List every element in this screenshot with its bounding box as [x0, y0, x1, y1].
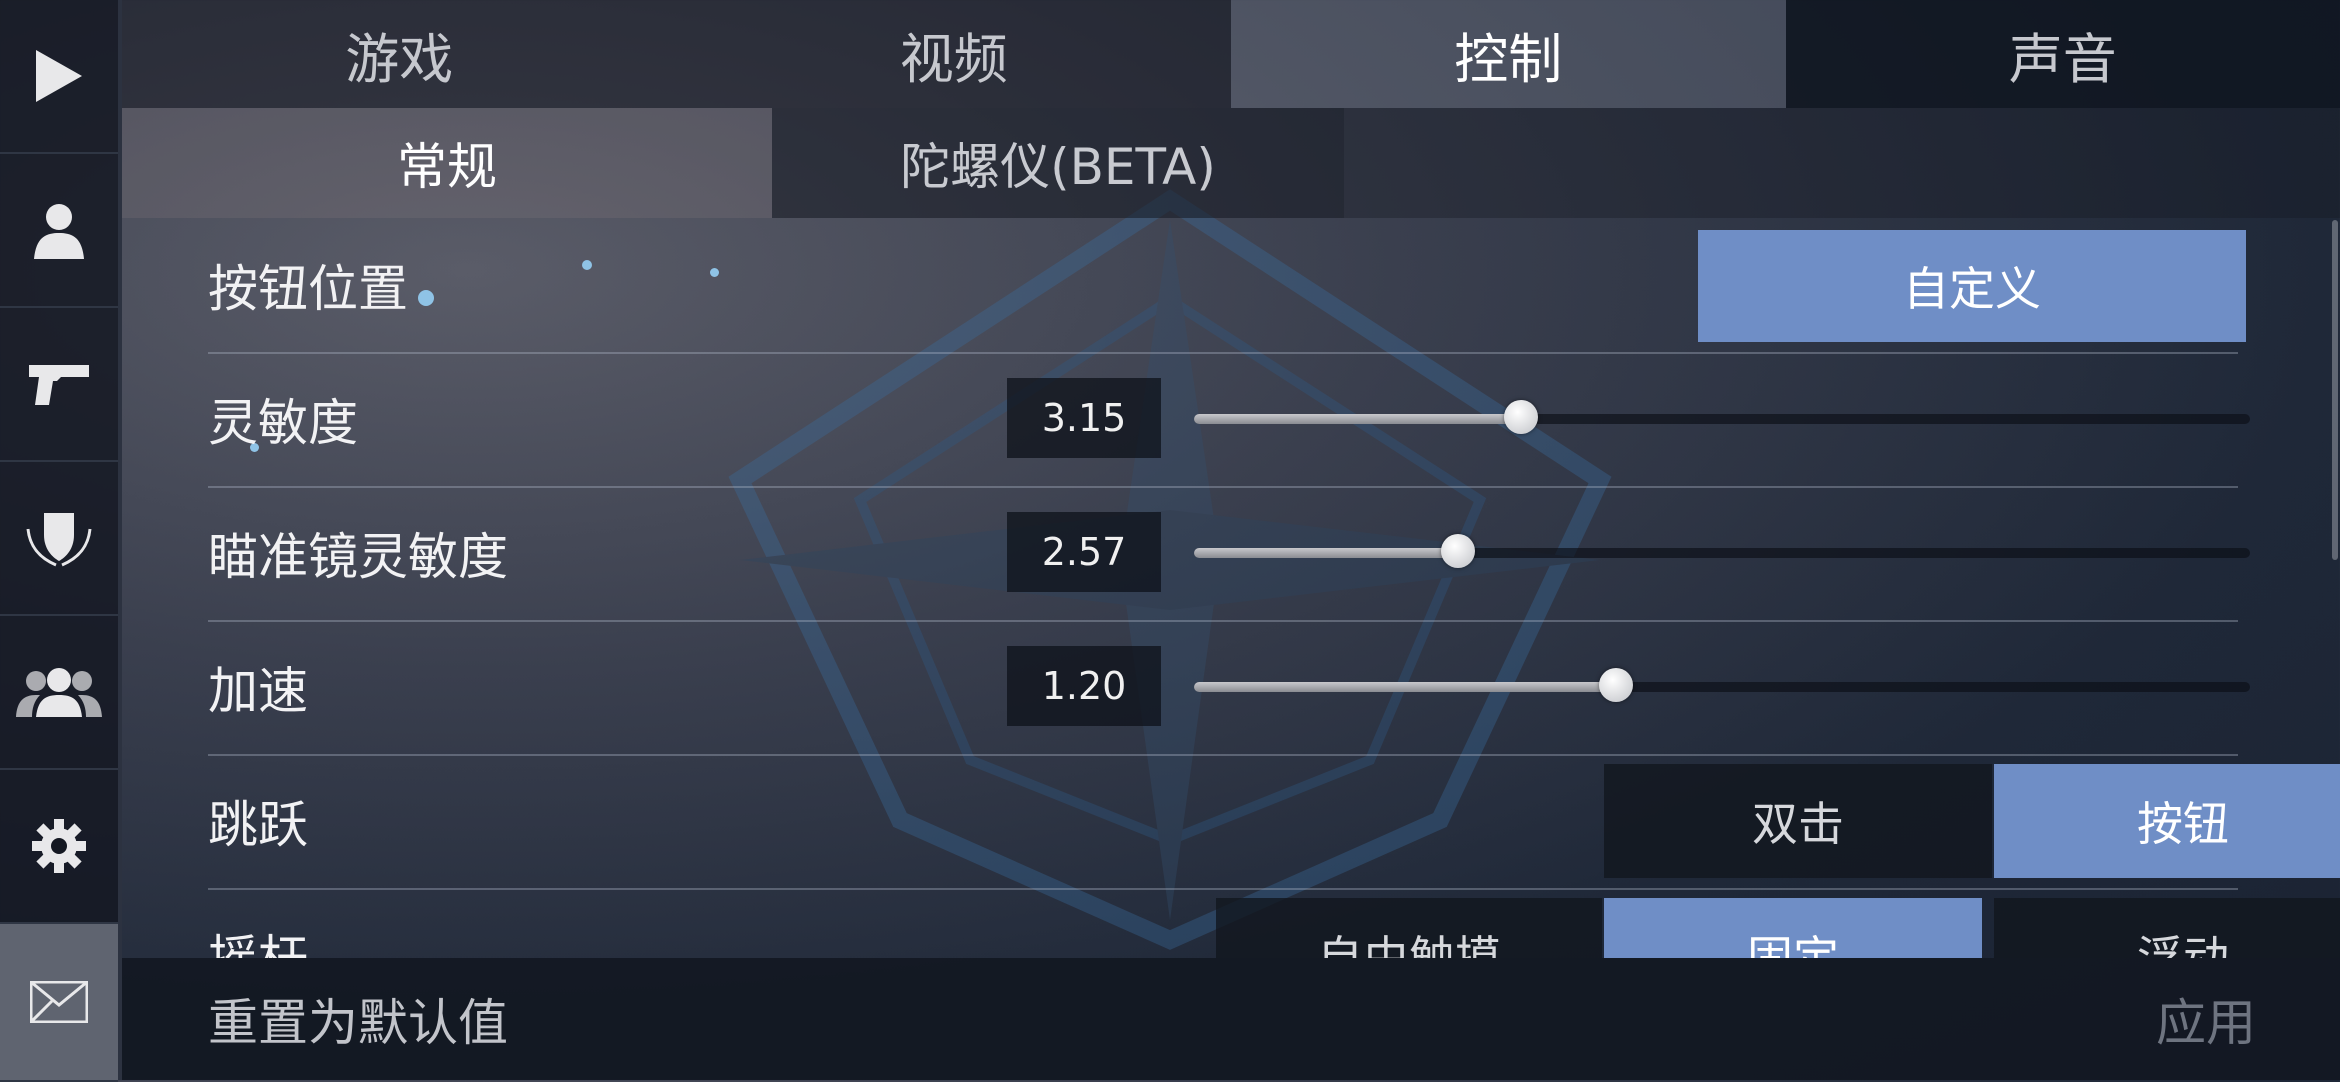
slider-fill — [1194, 682, 1616, 692]
nav-clan[interactable] — [0, 462, 118, 616]
mail-icon — [30, 981, 88, 1023]
tab-controls[interactable]: 控制 — [1231, 0, 1786, 108]
slider-fill — [1194, 548, 1458, 558]
slider-handle[interactable] — [1441, 534, 1475, 568]
tab-sound[interactable]: 声音 — [1786, 0, 2340, 108]
nav-mail[interactable] — [0, 924, 118, 1082]
play-icon — [34, 48, 84, 104]
settings-tabs: 游戏 视频 控制 声音 — [122, 0, 2340, 108]
joystick-option-floating[interactable]: 浮动 — [1994, 898, 2340, 958]
customize-button[interactable]: 自定义 — [1698, 230, 2246, 342]
slider-handle[interactable] — [1504, 400, 1538, 434]
setting-row-joystick: 摇杆 自由触摸 固定 浮动 — [208, 888, 2238, 958]
settings-list: 按钮位置 自定义 灵敏度 3.15 瞄准镜灵敏度 2.57 加速 1.20 跳跃… — [122, 218, 2340, 958]
shield-emblem-icon — [26, 509, 92, 567]
setting-row-scope-sensitivity: 瞄准镜灵敏度 2.57 — [208, 486, 2238, 622]
scope-sensitivity-slider[interactable] — [1194, 545, 2250, 561]
jump-option-button[interactable]: 按钮 — [1994, 764, 2340, 878]
setting-label: 摇杆 — [208, 888, 308, 958]
nav-weapons[interactable] — [0, 308, 118, 462]
joystick-option-free-touch[interactable]: 自由触摸 — [1216, 898, 1602, 958]
scope-sensitivity-value: 2.57 — [1007, 512, 1161, 592]
acceleration-value: 1.20 — [1007, 646, 1161, 726]
setting-label: 按钮位置 — [208, 218, 408, 352]
side-nav — [0, 0, 122, 1080]
sensitivity-value: 3.15 — [1007, 378, 1161, 458]
nav-settings[interactable] — [0, 770, 118, 924]
setting-label: 灵敏度 — [208, 352, 358, 486]
nav-play[interactable] — [0, 0, 118, 154]
profile-icon — [32, 201, 86, 259]
nav-friends[interactable] — [0, 616, 118, 770]
apply-button[interactable]: 应用 — [2156, 958, 2256, 1080]
setting-label: 跳跃 — [208, 754, 308, 888]
setting-row-sensitivity: 灵敏度 3.15 — [208, 352, 2238, 488]
slider-fill — [1194, 414, 1521, 424]
joystick-option-fixed[interactable]: 固定 — [1604, 898, 1982, 958]
friends-icon — [14, 667, 104, 717]
pistol-icon — [27, 361, 91, 407]
reset-defaults-button[interactable]: 重置为默认值 — [208, 958, 508, 1080]
settings-scrollbar[interactable] — [2332, 220, 2338, 560]
setting-label: 加速 — [208, 620, 308, 754]
subtab-general[interactable]: 常规 — [122, 108, 772, 218]
gear-icon — [31, 818, 87, 874]
setting-row-jump: 跳跃 双击 按钮 — [208, 754, 2238, 890]
controls-subtabs: 常规 陀螺仪(BETA) — [122, 108, 2340, 218]
tab-video[interactable]: 视频 — [677, 0, 1232, 108]
tab-game[interactable]: 游戏 — [122, 0, 677, 108]
setting-row-button-position: 按钮位置 自定义 — [208, 218, 2238, 354]
subtab-bar-fill — [1344, 108, 2340, 218]
sensitivity-slider[interactable] — [1194, 411, 2250, 427]
setting-row-acceleration: 加速 1.20 — [208, 620, 2238, 756]
subtab-gyroscope[interactable]: 陀螺仪(BETA) — [772, 108, 1344, 218]
slider-handle[interactable] — [1599, 668, 1633, 702]
acceleration-slider[interactable] — [1194, 679, 2250, 695]
nav-profile[interactable] — [0, 154, 118, 308]
setting-label: 瞄准镜灵敏度 — [208, 486, 508, 620]
jump-option-double-tap[interactable]: 双击 — [1604, 764, 1992, 878]
footer-bar: 重置为默认值 应用 — [122, 958, 2340, 1080]
